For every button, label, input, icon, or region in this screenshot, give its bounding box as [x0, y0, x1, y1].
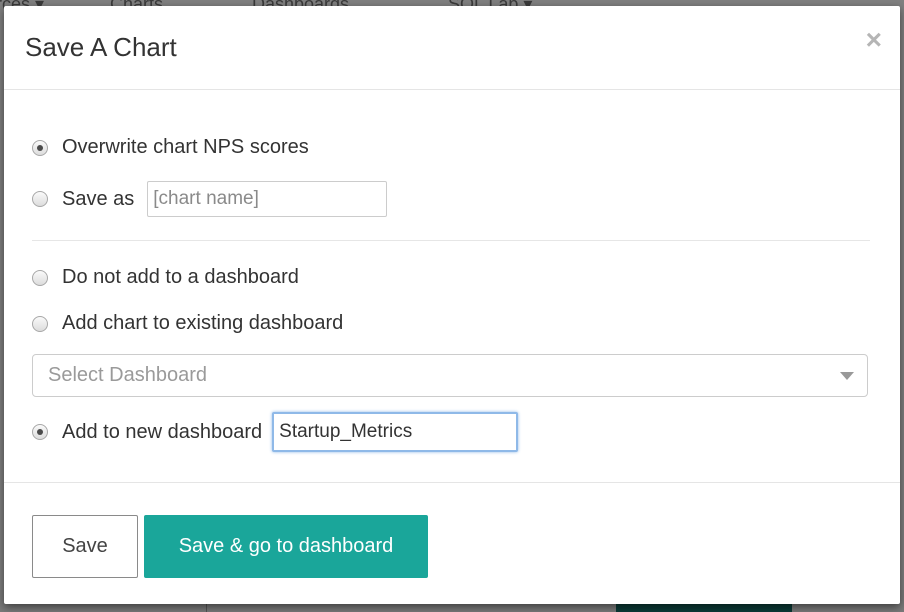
new-dashboard-input[interactable]	[272, 412, 519, 452]
overwrite-radio[interactable]	[32, 139, 48, 156]
select-dashboard-dropdown[interactable]: Select Dashboard	[32, 354, 868, 397]
no-dashboard-radio[interactable]	[32, 269, 48, 286]
save-as-label: Save as	[62, 187, 135, 210]
save-as-option[interactable]: Save as	[32, 181, 388, 217]
modal-footer: Save Save & go to dashboard	[4, 482, 900, 604]
overwrite-option[interactable]: Overwrite chart NPS scores	[32, 136, 309, 159]
chevron-down-icon[interactable]	[840, 372, 854, 380]
new-dashboard-radio[interactable]	[32, 424, 48, 440]
chart-name-input[interactable]	[147, 181, 388, 217]
new-dashboard-label: Add to new dashboard	[62, 420, 263, 443]
modal-header: Save A Chart ×	[4, 6, 900, 90]
existing-dashboard-label: Add chart to existing dashboard	[62, 312, 344, 334]
save-button[interactable]: Save	[32, 515, 138, 578]
save-chart-modal: Save A Chart × Overwrite chart NPS score…	[4, 6, 900, 604]
select-dashboard-placeholder: Select Dashboard	[48, 364, 207, 386]
existing-dashboard-option[interactable]: Add chart to existing dashboard	[32, 312, 343, 335]
modal-title: Save A Chart	[25, 32, 177, 62]
overwrite-label: Overwrite chart NPS scores	[62, 136, 309, 158]
no-dashboard-label: Do not add to a dashboard	[62, 266, 299, 288]
no-dashboard-option[interactable]: Do not add to a dashboard	[32, 266, 299, 289]
close-icon[interactable]: ×	[866, 26, 882, 54]
section-divider	[32, 240, 870, 241]
existing-dashboard-radio[interactable]	[32, 315, 48, 332]
new-dashboard-option[interactable]: Add to new dashboard	[32, 412, 519, 452]
save-as-radio[interactable]	[32, 191, 48, 207]
save-and-go-button[interactable]: Save & go to dashboard	[144, 515, 428, 578]
